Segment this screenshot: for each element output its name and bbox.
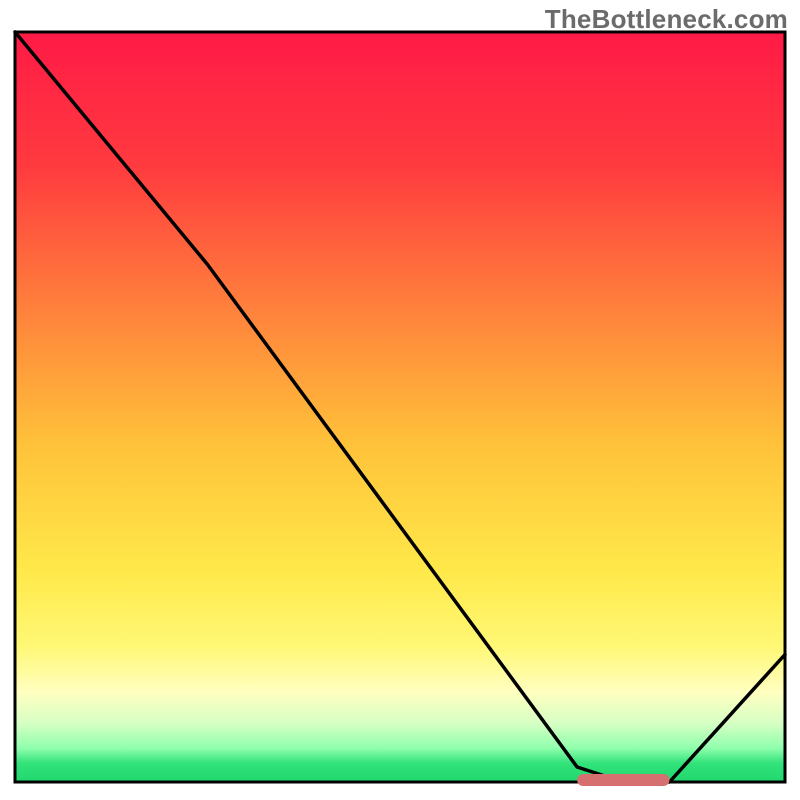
plot-background — [15, 32, 785, 782]
optimal-marker — [577, 774, 669, 786]
chart-container: TheBottleneck.com — [0, 0, 800, 800]
bottleneck-chart — [0, 0, 800, 800]
